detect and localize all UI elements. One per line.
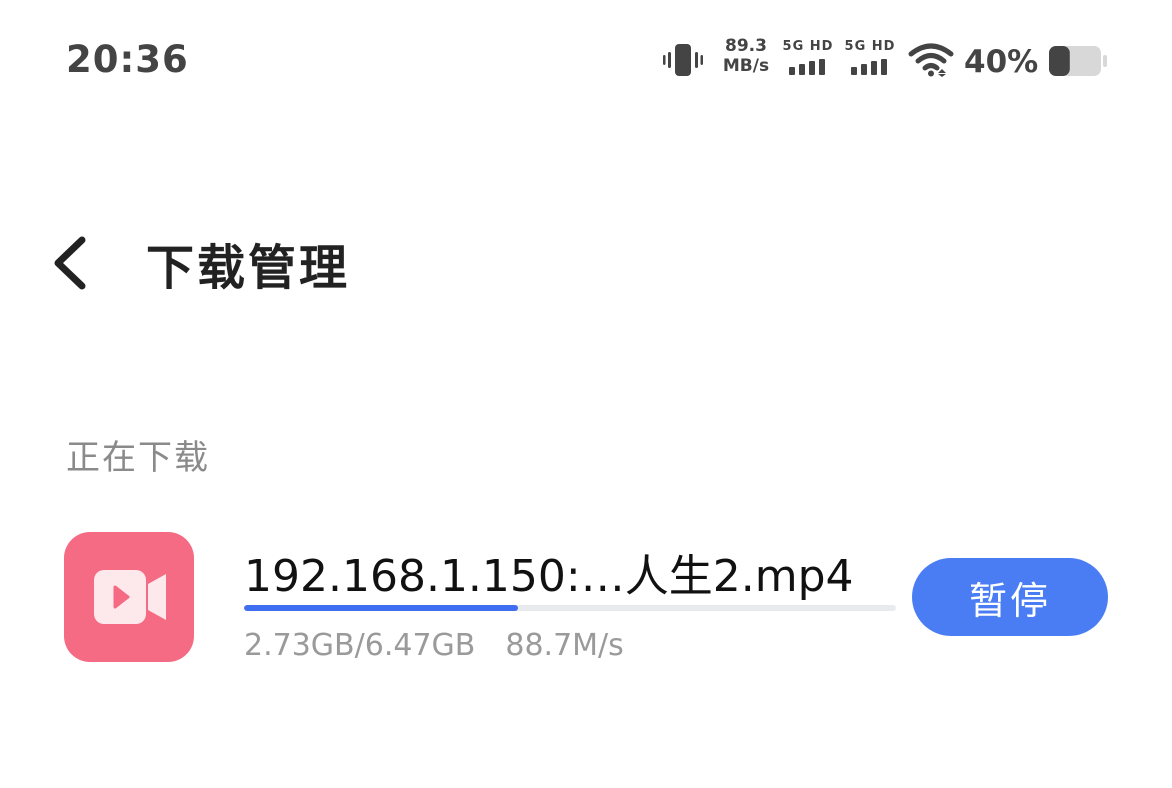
signal-sim2-label: 5G HD — [844, 39, 896, 54]
download-item[interactable]: 192.168.1.150:…人生2.mp4 2.73GB/6.47GB 88.7… — [0, 520, 1172, 680]
download-progress-bar — [244, 605, 896, 611]
battery-percent: 40% — [964, 44, 1039, 80]
status-time: 20:36 — [66, 38, 189, 81]
network-speed-unit: MB/s — [722, 56, 770, 76]
battery-icon — [1048, 45, 1108, 81]
status-bar: 20:36 89.3 MB/s 5G HD 5G HD 40% — [0, 0, 1172, 120]
download-file-name: 192.168.1.150:…人生2.mp4 — [244, 551, 854, 602]
download-speed: 88.7M/s — [505, 628, 624, 663]
signal-sim2: 5G HD — [840, 38, 900, 75]
section-label-downloading: 正在下载 — [66, 438, 210, 478]
pause-button[interactable]: 暂停 — [912, 558, 1108, 636]
signal-bars-icon — [789, 59, 825, 75]
page-title: 下载管理 — [146, 240, 351, 296]
download-size-progress: 2.73GB/6.47GB — [244, 628, 476, 663]
network-speed: 89.3 MB/s — [716, 36, 776, 76]
download-progress-fill — [244, 605, 518, 611]
back-arrow-icon[interactable] — [48, 234, 96, 292]
wifi-icon — [908, 43, 954, 81]
signal-sim1-label: 5G HD — [782, 39, 834, 54]
signal-sim1: 5G HD — [778, 38, 838, 75]
network-speed-value: 89.3 — [725, 36, 767, 56]
download-meta: 2.73GB/6.47GB 88.7M/s — [244, 628, 624, 663]
vibrate-icon — [662, 42, 704, 82]
signal-bars-icon — [851, 59, 887, 75]
video-file-icon — [64, 532, 194, 662]
